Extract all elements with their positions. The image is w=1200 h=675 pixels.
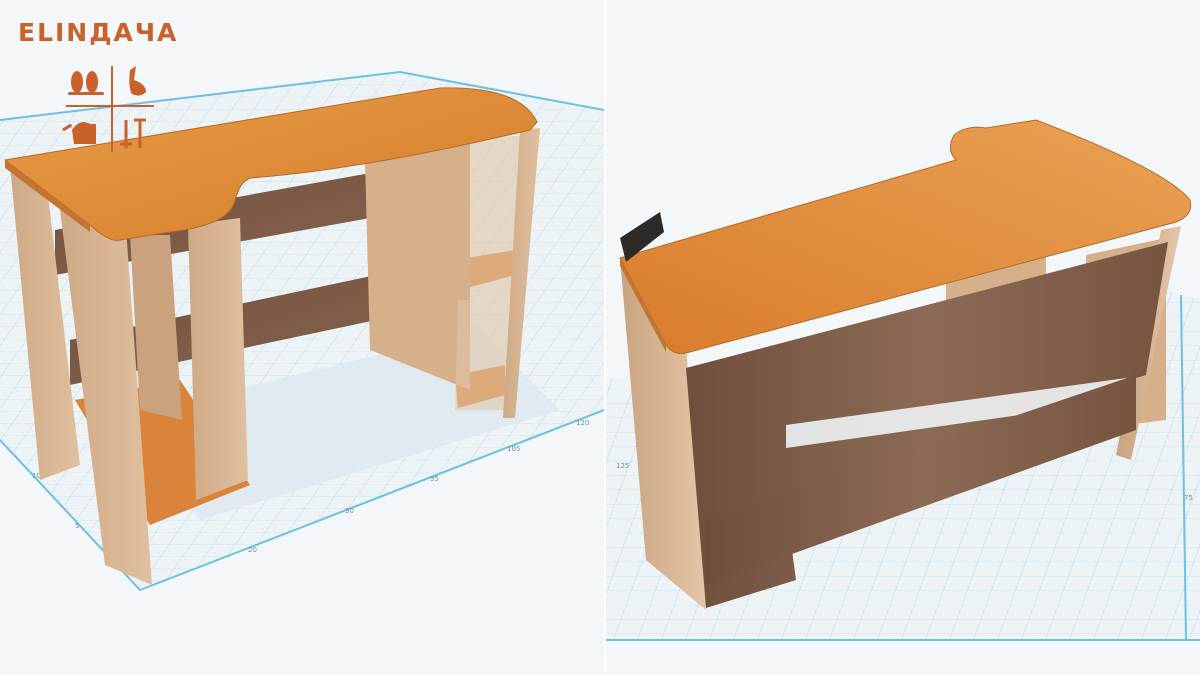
ruler-tick: 5 (75, 522, 79, 530)
brand-logo: ELINДАЧА (18, 18, 178, 47)
back-3d-view[interactable]: 125 75 (606, 0, 1200, 675)
watering-can-icon (62, 122, 96, 144)
ruler-tick: 20 (248, 546, 257, 554)
flip-flops-icon (68, 71, 104, 95)
ruler-tick: 105 (507, 445, 520, 453)
left-middle-panel (188, 218, 248, 500)
right-pedestal-panel (365, 140, 470, 390)
brand-emblem (62, 66, 154, 152)
rabbit-icon (129, 66, 146, 96)
shovel-rake-icon (120, 118, 146, 148)
ruler-tick: 120 (576, 419, 589, 427)
brand-name: ELINДАЧА (18, 18, 179, 47)
ruler-tick: 35 (430, 475, 439, 483)
ruler-tick: 75 (1184, 494, 1193, 502)
ruler-tick: 125 (616, 462, 629, 470)
ruler-tick: 30 (345, 507, 354, 515)
front-3d-view[interactable]: 5 10 20 30 35 105 120 ELINДАЧА (0, 0, 604, 675)
